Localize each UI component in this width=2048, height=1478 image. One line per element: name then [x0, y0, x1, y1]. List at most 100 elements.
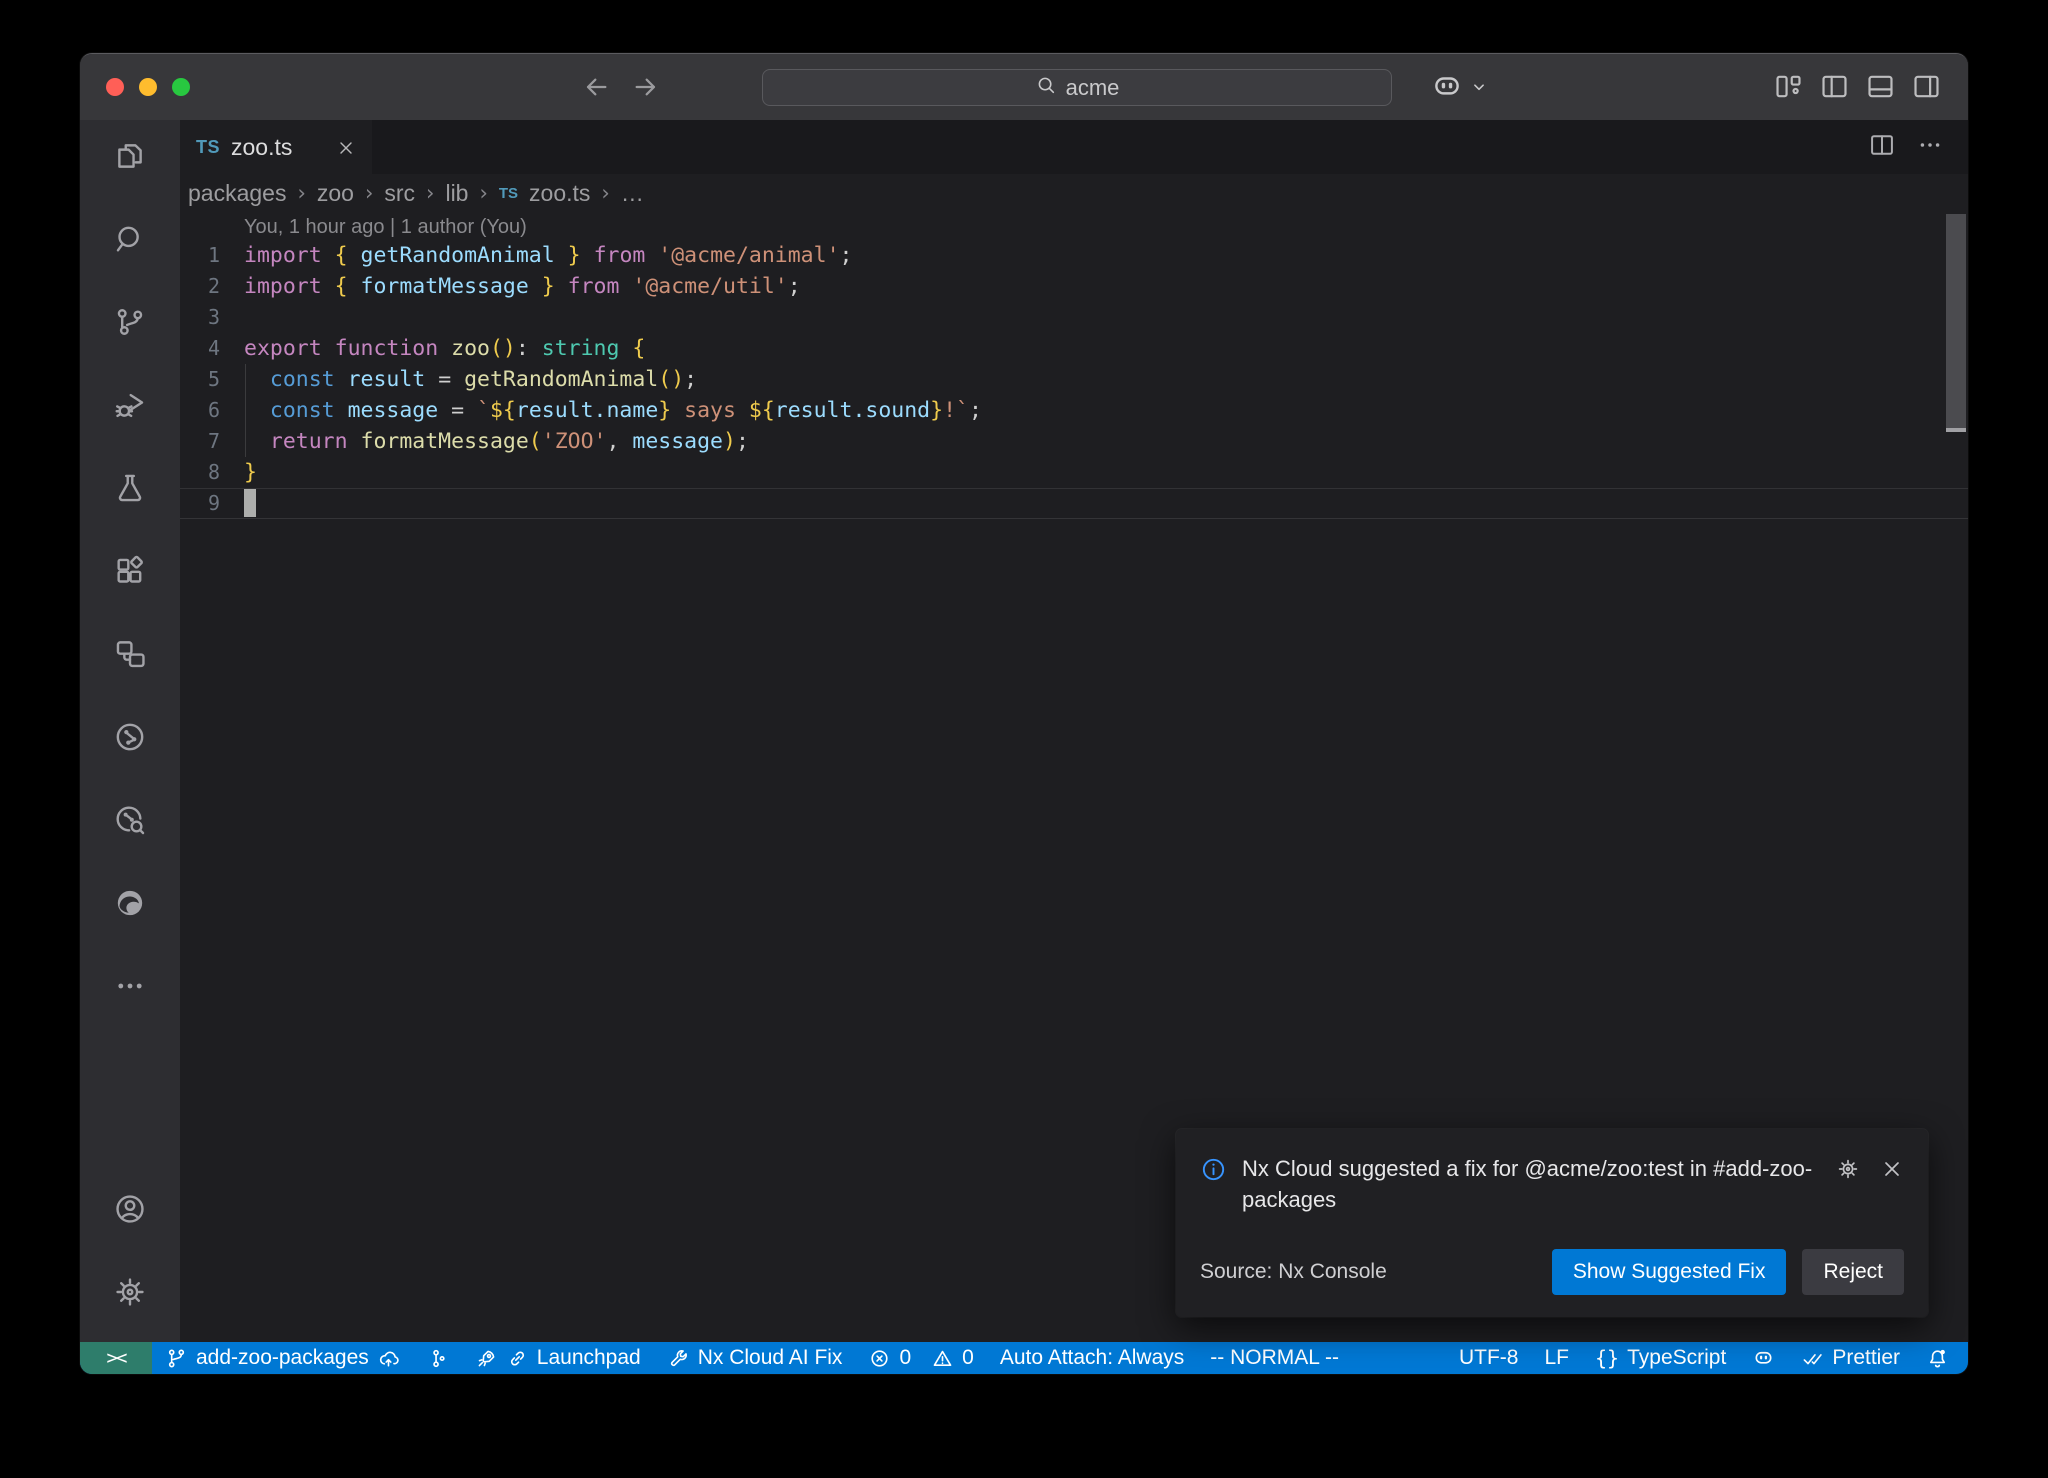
close-window-button[interactable]	[106, 78, 124, 96]
code-line[interactable]: 3	[180, 302, 1968, 333]
line-number: 2	[180, 271, 220, 302]
breadcrumb-item[interactable]: packages	[188, 180, 286, 207]
code-line[interactable]: 4export function zoo(): string {	[180, 333, 1968, 364]
launchpad-item[interactable]: Launchpad	[462, 1342, 654, 1374]
breadcrumb-item[interactable]: src	[384, 180, 415, 207]
code-token	[244, 367, 270, 392]
code-token: =	[438, 398, 477, 423]
forward-icon[interactable]	[630, 71, 662, 108]
source-control-icon[interactable]	[106, 298, 154, 346]
code-token: message	[348, 398, 439, 423]
code-line[interactable]: 5 const result = getRandomAnimal();	[180, 364, 1968, 395]
reject-button[interactable]: Reject	[1802, 1249, 1904, 1295]
code-token: }	[658, 398, 671, 423]
tab-zoo-ts[interactable]: TS zoo.ts	[180, 120, 372, 174]
nx-cloud-ai-fix-item[interactable]: Nx Cloud AI Fix	[654, 1342, 856, 1374]
search-sidebar-icon[interactable]	[106, 215, 154, 263]
editor-more-actions-icon[interactable]	[1916, 131, 1944, 164]
account-icon[interactable]	[106, 1185, 154, 1233]
git-branch-item[interactable]: add-zoo-packages	[152, 1342, 413, 1374]
code-token: formatMessage	[361, 429, 529, 454]
language-label: TypeScript	[1627, 1346, 1726, 1370]
explorer-icon[interactable]	[106, 132, 154, 180]
warning-icon	[931, 1347, 954, 1370]
toggle-primary-sidebar-icon[interactable]	[1819, 71, 1850, 107]
back-icon[interactable]	[580, 71, 612, 108]
line-number: 1	[180, 240, 220, 271]
editor-scrollbar[interactable]	[1946, 214, 1966, 432]
language-item[interactable]: {} TypeScript	[1582, 1342, 1739, 1374]
breadcrumb-item[interactable]: …	[621, 180, 645, 207]
vim-block-cursor	[244, 489, 256, 517]
code-token: formatMessage	[361, 274, 529, 299]
code-line[interactable]: 6 const message = `${result.name} says $…	[180, 395, 1968, 426]
eol-item[interactable]: LF	[1531, 1342, 1582, 1374]
minimize-window-button[interactable]	[139, 78, 157, 96]
code-token: '@acme/animal'	[658, 243, 839, 268]
remote-indicator[interactable]: ><	[80, 1342, 152, 1374]
more-views-icon[interactable]	[106, 962, 154, 1010]
commit-graph-item[interactable]	[413, 1342, 462, 1374]
title-bar: acme	[80, 54, 1968, 120]
code-token	[645, 243, 658, 268]
vim-mode-item[interactable]: -- NORMAL --	[1197, 1342, 1352, 1374]
code-text: const result = getRandomAnimal();	[220, 364, 697, 395]
breadcrumb-item[interactable]: zoo	[317, 180, 354, 207]
notifications-bell-item[interactable]	[1913, 1342, 1962, 1374]
code-line[interactable]: 9	[180, 488, 1968, 519]
vscode-window: acme	[80, 53, 1968, 1374]
code-line[interactable]: 7 return formatMessage('ZOO', message);	[180, 426, 1968, 457]
edge-browser-icon[interactable]	[106, 879, 154, 927]
code-token	[322, 243, 335, 268]
tab-close-icon[interactable]	[336, 137, 356, 157]
code-line[interactable]: 1import { getRandomAnimal } from '@acme/…	[180, 240, 1968, 271]
code-token: :	[516, 336, 542, 361]
code-token: {	[335, 243, 348, 268]
toggle-secondary-sidebar-icon[interactable]	[1911, 71, 1942, 107]
info-icon	[1200, 1156, 1227, 1183]
code-lines: 1import { getRandomAnimal } from '@acme/…	[180, 240, 1968, 519]
code-token: getRandomAnimal	[464, 367, 658, 392]
code-token	[348, 274, 361, 299]
customize-layout-icon[interactable]	[1773, 71, 1804, 107]
copilot-status-item[interactable]	[1739, 1342, 1788, 1374]
cloud-upload-icon	[377, 1347, 400, 1370]
notification-settings-gear-icon[interactable]	[1836, 1157, 1860, 1186]
gitlens-codelens[interactable]: You, 1 hour ago | 1 author (You)	[244, 212, 1968, 240]
notification-toast: Nx Cloud suggested a fix for @acme/zoo:t…	[1176, 1129, 1928, 1317]
code-token: ;	[788, 274, 801, 299]
notification-close-icon[interactable]	[1880, 1157, 1904, 1186]
zoom-window-button[interactable]	[172, 78, 190, 96]
breadcrumb: packages›zoo›src›lib›TSzoo.ts›…	[180, 174, 1968, 212]
code-line[interactable]: 2import { formatMessage } from '@acme/ut…	[180, 271, 1968, 302]
nx-console-icon[interactable]	[106, 713, 154, 761]
testing-icon[interactable]	[106, 464, 154, 512]
code-token: {	[632, 336, 645, 361]
remote-explorer-icon[interactable]	[106, 630, 154, 678]
code-token	[529, 274, 542, 299]
split-editor-icon[interactable]	[1868, 131, 1896, 164]
run-debug-icon[interactable]	[106, 381, 154, 429]
toggle-panel-icon[interactable]	[1865, 71, 1896, 107]
problems-item[interactable]: 0 0	[855, 1342, 986, 1374]
code-token	[581, 243, 594, 268]
search-icon	[1035, 74, 1057, 102]
code-token: ${	[490, 398, 516, 423]
settings-gear-icon[interactable]	[106, 1268, 154, 1316]
code-token	[335, 367, 348, 392]
code-line[interactable]: 8}	[180, 457, 1968, 488]
code-text: return formatMessage('ZOO', message);	[220, 426, 749, 457]
code-token: function	[335, 336, 439, 361]
encoding-item[interactable]: UTF-8	[1446, 1342, 1532, 1374]
code-token	[619, 274, 632, 299]
breadcrumb-item[interactable]: lib	[445, 180, 468, 207]
nx-cloud-icon[interactable]	[106, 796, 154, 844]
formatter-item[interactable]: Prettier	[1788, 1342, 1913, 1374]
breadcrumb-item[interactable]: zoo.ts	[529, 180, 590, 207]
copilot-menu[interactable]	[1430, 70, 1490, 104]
show-suggested-fix-button[interactable]: Show Suggested Fix	[1552, 1249, 1787, 1295]
auto-attach-item[interactable]: Auto Attach: Always	[987, 1342, 1197, 1374]
command-center-search[interactable]: acme	[762, 69, 1392, 106]
code-text: export function zoo(): string {	[220, 333, 645, 364]
extensions-icon[interactable]	[106, 547, 154, 595]
